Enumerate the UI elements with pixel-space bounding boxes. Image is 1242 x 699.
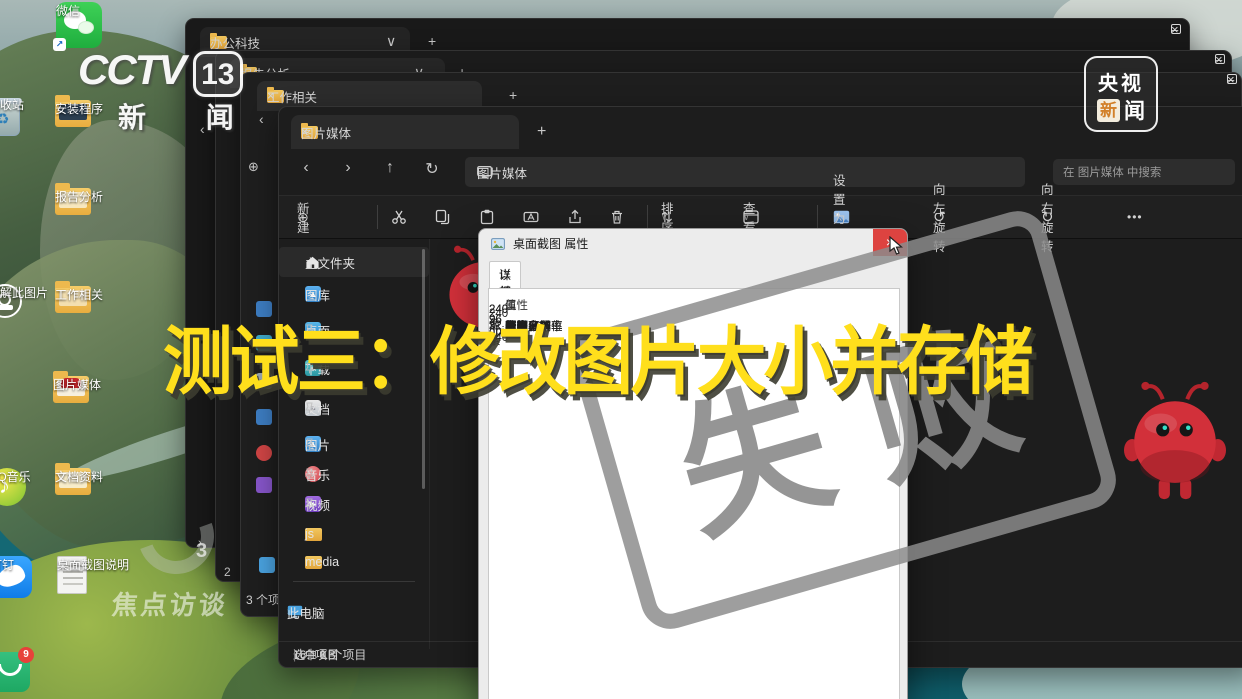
dialog-title-bar: 桌面截图 属性 bbox=[491, 235, 588, 252]
rotate-left-button[interactable]: ↺ 向左旋转 bbox=[927, 202, 939, 232]
icon-label: QQ音乐 bbox=[0, 471, 31, 484]
sidebar-item-home[interactable]: 主文件夹 bbox=[279, 247, 429, 277]
up-button[interactable]: ↑ bbox=[375, 159, 405, 177]
pin-icon bbox=[305, 498, 314, 510]
notification-badge: 9 bbox=[18, 647, 34, 663]
scissors-icon bbox=[391, 209, 407, 225]
cctv13-logo: CCTV 13 新 闻 bbox=[78, 46, 243, 97]
icon-label: 钉钉 bbox=[0, 559, 14, 572]
trash-icon bbox=[609, 209, 625, 225]
share-icon bbox=[567, 209, 583, 225]
shortcut-arrow-icon: ↗ bbox=[53, 38, 66, 51]
new-tab-button[interactable]: + bbox=[537, 123, 546, 141]
program-watermark: 焦点访谈 bbox=[110, 585, 230, 622]
chevron-down-icon: ∨ bbox=[297, 212, 304, 223]
icon-label: 文档资料 bbox=[55, 471, 103, 484]
sidebar-item-this-pc[interactable]: › 此电脑 bbox=[279, 597, 429, 627]
smile-icon bbox=[0, 664, 22, 676]
sidebar-pictures-icon bbox=[256, 409, 272, 425]
tab-pictures-media[interactable]: 图片媒体 × bbox=[291, 115, 519, 149]
tab-list-chevron[interactable]: ∨ bbox=[386, 33, 396, 50]
new-tab-button[interactable]: + bbox=[428, 33, 436, 49]
more-options-button[interactable]: ••• bbox=[1121, 202, 1133, 232]
red-bug-image[interactable] bbox=[1124, 376, 1226, 506]
sidebar-item-js[interactable]: js bbox=[279, 519, 429, 549]
icon-label: 桌面截图说明 bbox=[57, 559, 129, 572]
sidebar-music-icon bbox=[256, 445, 272, 461]
new-button-fragment[interactable]: ⊕ bbox=[248, 159, 259, 175]
sidebar-item-videos[interactable]: ▶ 视频 bbox=[279, 489, 429, 519]
recycle-symbol-icon: ♻ bbox=[0, 110, 9, 128]
icon-label: 回收站 bbox=[0, 99, 24, 112]
tab-close-button[interactable]: × bbox=[301, 125, 308, 139]
copy-icon bbox=[435, 209, 451, 225]
pin-icon bbox=[305, 468, 314, 480]
tab-label: 工作相关 bbox=[267, 87, 317, 106]
cctv-news-badge: 央视 新 闻 bbox=[1084, 56, 1158, 132]
mouse-cursor bbox=[888, 236, 906, 256]
channel-number: 13 bbox=[193, 51, 243, 97]
new-button[interactable]: ⊕ 新建 ∨ bbox=[291, 202, 303, 232]
forward-button[interactable]: › bbox=[333, 159, 363, 177]
dialog-title: 桌面截图 属性 bbox=[513, 235, 588, 252]
sidebar-divider bbox=[429, 239, 430, 649]
status-divider: | bbox=[293, 648, 296, 662]
sidebar-item-media[interactable]: media bbox=[279, 547, 429, 577]
ellipsis-icon: ••• bbox=[1127, 210, 1143, 224]
close-button[interactable]: × bbox=[1171, 22, 1179, 37]
sidebar-computer-icon bbox=[259, 557, 275, 573]
caption-overlay: 测试三：修改图片大小并存储 bbox=[163, 302, 1031, 409]
channel-subtitle: 新 闻 bbox=[118, 96, 260, 136]
tab-label: 图片媒体 bbox=[301, 123, 351, 142]
search-input[interactable]: 在 图片媒体 中搜索 bbox=[1053, 159, 1235, 185]
badge-wen-char: 闻 bbox=[1124, 95, 1145, 125]
selection-size: 16.1 KB bbox=[293, 648, 336, 662]
refresh-button[interactable]: ↻ bbox=[417, 159, 447, 179]
icon-label: 微信 bbox=[56, 5, 80, 18]
pin-icon bbox=[305, 438, 314, 450]
icon-label: 安装程序 bbox=[55, 103, 103, 116]
chevron-down-icon: ∨ bbox=[743, 212, 750, 223]
close-button[interactable]: × bbox=[1215, 52, 1223, 67]
icon-label: 图片媒体 bbox=[53, 379, 101, 392]
icon-label: 报告分析 bbox=[55, 191, 103, 204]
cut-button[interactable] bbox=[385, 202, 413, 232]
sidebar-separator bbox=[293, 581, 415, 582]
breadcrumb-location[interactable]: 图片媒体 bbox=[477, 163, 527, 182]
badge-new-char: 新 bbox=[1097, 99, 1120, 122]
paste-icon bbox=[479, 209, 495, 225]
sidebar-item-music[interactable]: ♪ 音乐 bbox=[279, 459, 429, 489]
badge-top-text: 央视 bbox=[1086, 67, 1156, 96]
back-button[interactable]: ‹ bbox=[291, 159, 321, 177]
icon-label: 了解此图片 bbox=[0, 287, 48, 300]
sidebar-videos-icon bbox=[256, 477, 272, 493]
wechat-icon bbox=[78, 21, 94, 34]
new-tab-button[interactable]: + bbox=[509, 87, 517, 103]
copy-button[interactable] bbox=[429, 202, 457, 232]
photos-icon bbox=[0, 305, 13, 310]
sidebar-item-pictures[interactable]: ▲ 图片 bbox=[279, 429, 429, 459]
tv-frame: ↗ 微信 ♻ 回收站 安装程序 报告分析 了解此图片 工作相关 bbox=[0, 0, 1242, 699]
tab-close-button[interactable]: × bbox=[267, 89, 274, 103]
icon-label: 工作相关 bbox=[55, 289, 103, 302]
chevron-down-icon: ∨ bbox=[661, 212, 668, 223]
status-count-fragment: 2 bbox=[224, 565, 231, 579]
watermark-number: 3 bbox=[196, 540, 207, 563]
search-placeholder: 在 图片媒体 中搜索 bbox=[1063, 164, 1161, 180]
close-button[interactable]: × bbox=[1227, 72, 1235, 87]
image-file-icon bbox=[491, 238, 505, 250]
rename-icon bbox=[523, 209, 539, 225]
cctv-wordmark: CCTV bbox=[78, 46, 184, 94]
